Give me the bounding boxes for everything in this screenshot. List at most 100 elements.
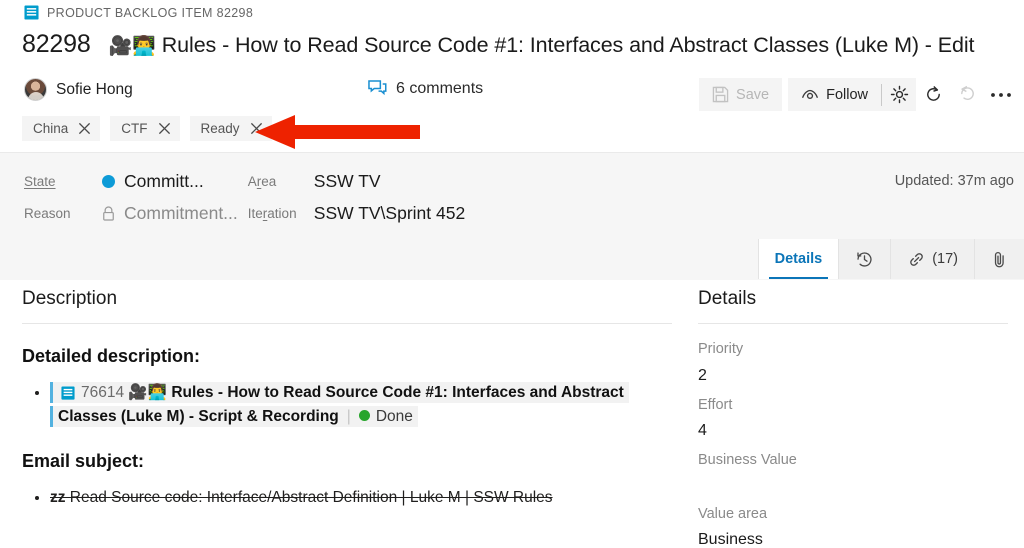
work-item-tabs: Details (17): [757, 239, 1024, 279]
settings-button[interactable]: [882, 78, 916, 111]
tab-links[interactable]: (17): [890, 239, 974, 279]
assigned-to-name: Sofie Hong: [56, 80, 133, 98]
work-item-body: Description Detailed description: 76614 …: [0, 280, 1024, 548]
save-label: Save: [736, 86, 770, 103]
work-item-title-text: Rules - How to Read Source Code #1: Inte…: [161, 33, 975, 57]
gear-icon: [890, 85, 909, 104]
tag-label: Ready: [200, 121, 240, 136]
page-title[interactable]: 🎥👨‍💻 Rules - How to Read Source Code #1:…: [109, 33, 975, 58]
email-subject-list: zz Read Source code: Interface/Abstract …: [22, 486, 672, 510]
comment-icon: [368, 80, 387, 98]
tab-details-label: Details: [774, 251, 823, 267]
close-icon[interactable]: [78, 122, 91, 135]
detailed-description-heading: Detailed description:: [22, 346, 201, 366]
effort-label: Effort: [698, 396, 733, 413]
state-value: Committ...: [102, 171, 204, 192]
linked-item-id: 76614: [81, 384, 125, 401]
chip-separator: |: [346, 408, 351, 426]
tag-chip[interactable]: China: [22, 116, 101, 141]
details-section: Details Priority 2 Effort 4 Business Val…: [698, 288, 1008, 548]
work-item-id: 82298: [22, 30, 91, 58]
work-item-type-row: PRODUCT BACKLOG ITEM 82298: [24, 5, 253, 20]
comments-count-label: 6 comments: [396, 80, 484, 97]
description-section: Description Detailed description: 76614 …: [22, 288, 672, 510]
linked-item-emoji: 🎥👨‍💻: [128, 384, 168, 401]
refresh-button[interactable]: [916, 78, 950, 111]
description-heading: Description: [22, 288, 118, 309]
tab-attachments[interactable]: [974, 239, 1024, 279]
detailed-description-list: 76614 🎥👨‍💻 Rules - How to Read Source Co…: [22, 381, 672, 429]
follow-group: Follow: [788, 78, 916, 111]
area-label: Area: [247, 174, 277, 189]
reason-label: Reason: [24, 206, 71, 221]
work-item-toolbar: Save Follow: [699, 78, 1018, 111]
tab-history[interactable]: [838, 239, 891, 279]
linked-item-state: Done: [375, 408, 413, 426]
more-actions-button[interactable]: [984, 78, 1018, 111]
title-emoji: 🎥👨‍💻: [108, 36, 156, 57]
business-value-field[interactable]: Business Value: [698, 447, 1008, 497]
more-ellipsis-icon: [990, 91, 1012, 99]
email-subject-text: zz Read Source code: Interface/Abstract …: [50, 489, 553, 506]
value-area-field[interactable]: Value area Business: [698, 501, 1008, 548]
reason-value-text: Commitment...: [124, 203, 238, 223]
list-item: 76614 🎥👨‍💻 Rules - How to Read Source Co…: [50, 381, 672, 429]
state-field[interactable]: State Committ...: [24, 171, 238, 192]
work-item-header: PRODUCT BACKLOG ITEM 82298 82298 🎥👨‍💻 Ru…: [0, 0, 1024, 152]
value-area-label: Value area: [698, 505, 768, 522]
iteration-field[interactable]: Iteration SSW TV\Sprint 452: [248, 203, 465, 224]
work-item-type-label: PRODUCT BACKLOG ITEM 82298: [47, 5, 254, 20]
tab-links-count: (17): [932, 251, 958, 267]
email-subject-body: Read Source code: Interface/Abstract Def…: [65, 489, 553, 507]
tag-label: CTF: [121, 121, 148, 136]
iteration-label: Iteration: [247, 206, 297, 221]
list-item: zz Read Source code: Interface/Abstract …: [50, 486, 672, 510]
description-richtext[interactable]: Detailed description: 76614 🎥👨‍💻 Rules -…: [22, 346, 672, 510]
red-left-arrow-annotation: [255, 114, 420, 150]
follow-button[interactable]: Follow: [788, 78, 881, 111]
undo-button[interactable]: [950, 78, 984, 111]
priority-label: Priority: [698, 341, 744, 357]
backlog-item-icon: [61, 386, 75, 400]
eye-follow-icon: [801, 88, 819, 102]
email-subject-heading: Email subject:: [22, 451, 145, 472]
business-value-value: [698, 475, 1008, 497]
effort-field[interactable]: Effort 4: [698, 392, 1008, 444]
tab-details[interactable]: Details: [757, 239, 839, 279]
tab-active-underline: [768, 277, 829, 279]
save-button[interactable]: Save: [699, 78, 783, 111]
state-dot-icon: [102, 175, 115, 188]
reason-value: Commitment...: [102, 203, 238, 224]
assigned-to-row[interactable]: Sofie Hong: [24, 78, 133, 101]
meta-col-state: State Committ... Reason Commitment...: [24, 171, 238, 224]
priority-field[interactable]: Priority 2: [698, 336, 1008, 388]
state-label: State: [24, 174, 56, 189]
iteration-value: SSW TV\Sprint 452: [313, 203, 466, 223]
section-divider: [698, 323, 1008, 324]
tag-label: China: [33, 121, 69, 136]
updated-timestamp: Updated: 37m ago: [894, 173, 1014, 189]
effort-value: 4: [698, 422, 707, 440]
meta-col-area: Area SSW TV Iteration SSW TV\Sprint 452: [248, 171, 465, 224]
refresh-icon: [924, 85, 943, 104]
details-fields: Priority 2 Effort 4 Business Value Value…: [698, 336, 1008, 548]
section-divider: [22, 323, 672, 324]
save-disk-icon: [712, 86, 729, 103]
details-heading: Details: [698, 288, 757, 309]
area-value: SSW TV: [313, 171, 381, 191]
priority-value: 2: [698, 366, 707, 384]
state-value-text: Committ...: [124, 171, 204, 191]
backlog-item-icon: [24, 5, 39, 20]
close-icon[interactable]: [158, 122, 171, 135]
comments-link[interactable]: 6 comments: [368, 80, 483, 98]
linked-work-item-chip[interactable]: 76614 🎥👨‍💻 Rules - How to Read Source Co…: [50, 382, 629, 428]
reason-field[interactable]: Reason Commitment...: [24, 203, 238, 224]
meta-fields-grid: State Committ... Reason Commitment... Ar…: [24, 171, 465, 224]
avatar: [24, 78, 47, 101]
lock-icon: [102, 206, 115, 221]
tag-chip[interactable]: CTF: [110, 116, 180, 141]
follow-label: Follow: [826, 86, 868, 103]
area-field[interactable]: Area SSW TV: [248, 171, 465, 192]
work-item-form: PRODUCT BACKLOG ITEM 82298 82298 🎥👨‍💻 Ru…: [0, 0, 1024, 548]
value-area-value: Business: [698, 531, 763, 548]
